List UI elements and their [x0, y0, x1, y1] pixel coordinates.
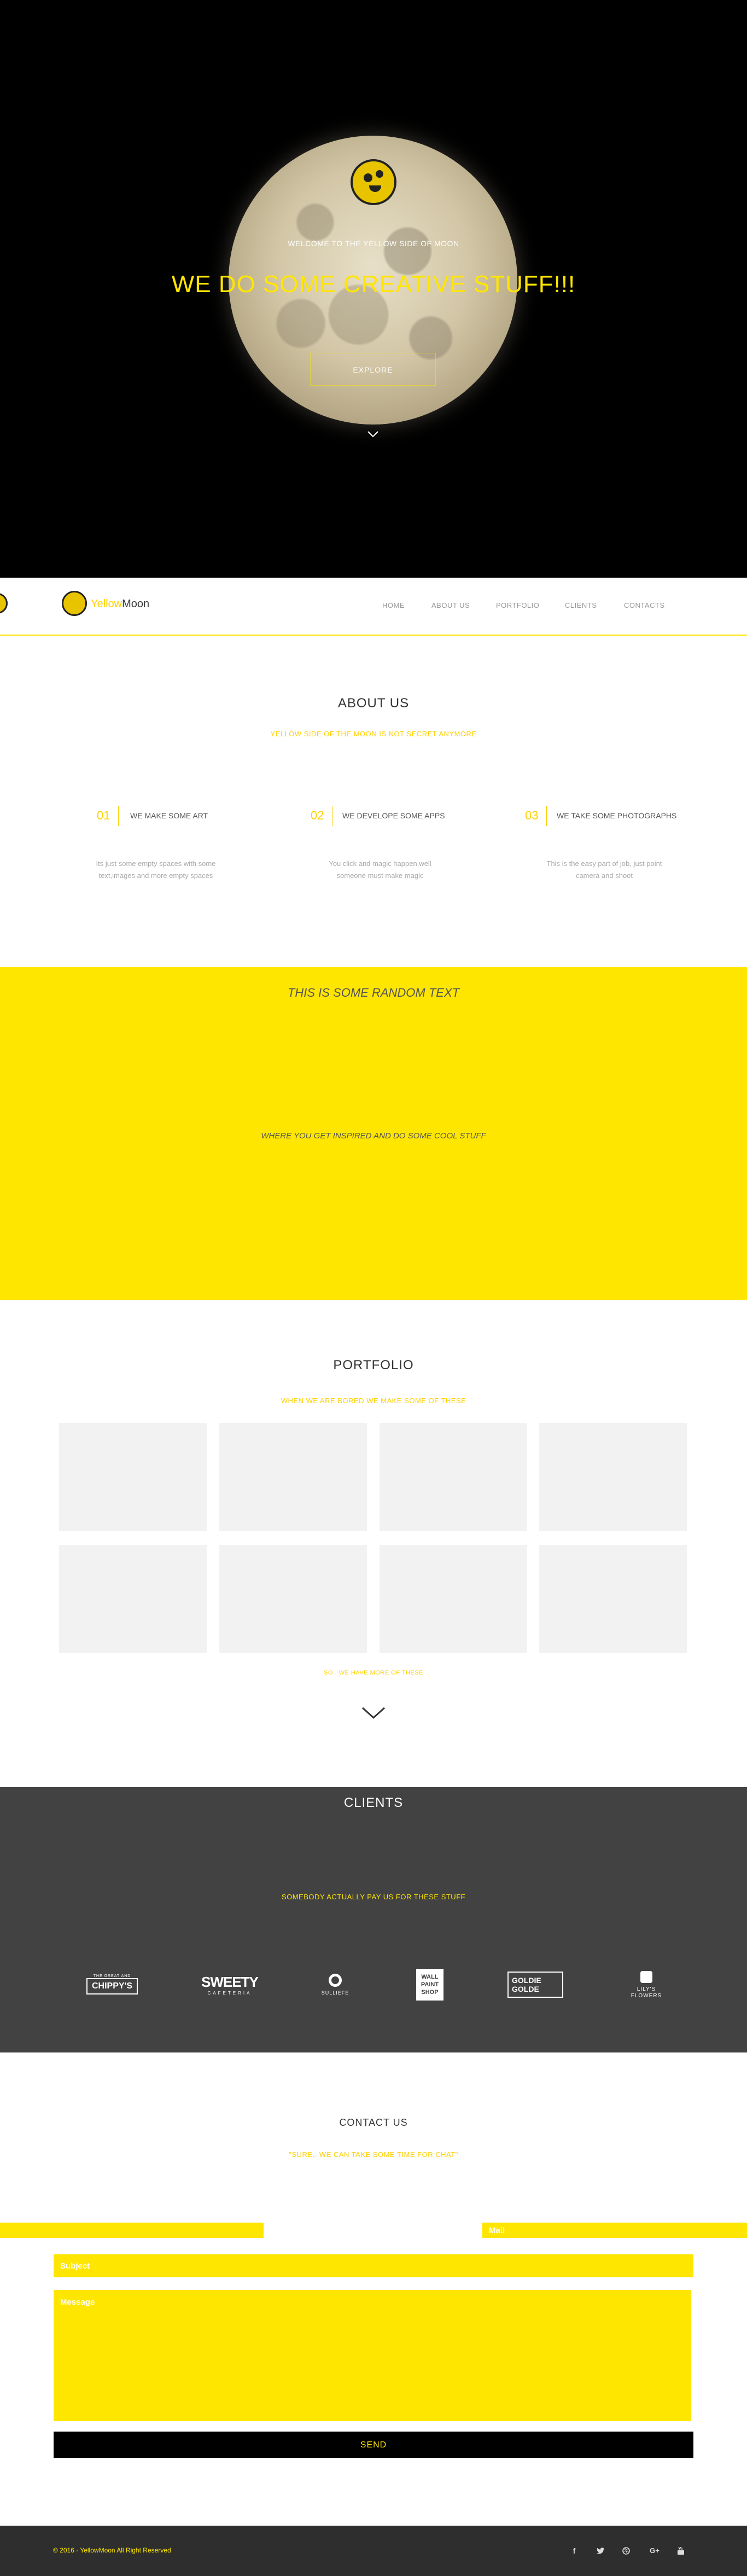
hero-section: WELCOME TO THE YELLOW SIDE OF MOON WE DO… — [0, 0, 747, 578]
message-field[interactable] — [54, 2290, 691, 2421]
client-logo-goldie-golde: GOLDIE GOLDE — [507, 1970, 563, 1999]
portfolio-tile[interactable] — [219, 1423, 367, 1531]
service-1-title: WE MAKE SOME ART — [130, 811, 208, 820]
site-footer: © 2016 - YellowMoon All Right Reserved f… — [0, 2526, 747, 2576]
google-plus-icon[interactable]: G+ — [647, 2545, 662, 2556]
message-textarea[interactable] — [54, 2290, 691, 2421]
brand-name[interactable]: YellowMoon — [91, 598, 149, 610]
logo-partial-icon — [0, 593, 8, 614]
hero-welcome-text: WELCOME TO THE YELLOW SIDE OF MOON — [288, 239, 459, 248]
name-input[interactable] — [0, 2223, 264, 2238]
service-1-divider — [118, 806, 119, 826]
subject-field[interactable] — [54, 2254, 693, 2277]
send-button[interactable]: SEND — [54, 2432, 693, 2458]
mail-field[interactable] — [482, 2223, 747, 2238]
portfolio-tile[interactable] — [539, 1423, 687, 1531]
client-logo-lilys-flowers: LILY'S FLOWERS — [625, 1966, 668, 2005]
service-1-number: 01 — [97, 809, 110, 822]
client-logo-wall-paint-shop: WALL PAINT SHOP — [415, 1968, 445, 2002]
about-subtitle: YELLOW SIDE OF THE MOON IS NOT SECRET AN… — [270, 730, 477, 738]
clients-section: CLIENTS SOMEBODY ACTUALLY PAY US FOR THE… — [0, 1787, 747, 2052]
portfolio-title: PORTFOLIO — [333, 1358, 414, 1373]
brand-logo-icon[interactable] — [62, 591, 87, 616]
band-tagline: WHERE YOU GET INSPIRED AND DO SOME COOL … — [261, 1131, 486, 1141]
chevron-down-icon[interactable] — [361, 1706, 386, 1720]
brand-name-yellow: Yellow — [91, 598, 122, 610]
portfolio-more-link[interactable]: SO.. WE HAVE MORE OF THESE — [0, 1670, 747, 1676]
facebook-icon[interactable]: f — [569, 2545, 580, 2556]
nav-link-contacts[interactable]: CONTACTS — [624, 601, 665, 609]
contact-title: CONTACT US — [339, 2117, 408, 2128]
service-2-number: 02 — [311, 809, 324, 822]
portfolio-tile[interactable] — [539, 1545, 687, 1653]
contact-subtitle: "SURE.. WE CAN TAKE SOME TIME FOR CHAT" — [289, 2150, 458, 2159]
service-1-description: Its just some empty spaces with some tex… — [96, 859, 216, 880]
copyright-text: © 2016 - YellowMoon All Right Reserved — [53, 2546, 171, 2554]
hero-headline: WE DO SOME CREATIVE STUFF!!! — [171, 271, 576, 298]
nav-link-portfolio[interactable]: PORTFOLIO — [496, 601, 539, 609]
twitter-icon[interactable] — [595, 2545, 606, 2556]
mail-input[interactable] — [482, 2223, 747, 2238]
client-logo-chippys: THE GREAT AND CHIPPY'S — [85, 1968, 139, 2001]
clients-title: CLIENTS — [343, 1795, 404, 1810]
nav-link-home[interactable]: HOME — [382, 601, 405, 609]
inspiration-band: THIS IS SOME RANDOM TEXT WHERE YOU GET I… — [0, 967, 747, 1300]
youtube-icon[interactable] — [675, 2545, 686, 2556]
about-title: ABOUT US — [337, 696, 410, 711]
portfolio-tile[interactable] — [59, 1423, 207, 1531]
service-3-divider — [546, 806, 547, 826]
name-field[interactable] — [0, 2223, 264, 2238]
service-3-number: 03 — [525, 809, 539, 822]
subject-input[interactable] — [54, 2254, 693, 2277]
brand-name-moon: Moon — [122, 598, 150, 610]
portfolio-tile[interactable] — [219, 1545, 367, 1653]
explore-button[interactable]: EXPLORE — [310, 353, 436, 386]
service-3-description: This is the easy part of job, just point… — [546, 859, 662, 880]
portfolio-tile[interactable] — [380, 1423, 527, 1531]
portfolio-tile[interactable] — [59, 1545, 207, 1653]
yellowmoon-logo-icon — [351, 159, 396, 205]
client-logo-sweety: SWEETY CAFETERIA — [201, 1974, 259, 1996]
portfolio-subtitle: WHEN WE ARE BORED WE MAKE SOME OF THESE — [281, 1397, 466, 1405]
portfolio-tile[interactable] — [380, 1545, 527, 1653]
service-2-description: You click and magic happen,well someone … — [329, 859, 431, 880]
nav-link-about-us[interactable]: ABOUT US — [431, 601, 470, 609]
clients-subtitle: SOMEBODY ACTUALLY PAY US FOR THESE STUFF — [281, 1893, 466, 1901]
service-2-title: WE DEVELOPE SOME APPS — [342, 811, 445, 820]
dribbble-icon[interactable] — [621, 2545, 632, 2556]
main-navbar: YellowMoon HOME ABOUT US PORTFOLIO CLIEN… — [0, 578, 747, 636]
nav-link-clients[interactable]: CLIENTS — [565, 601, 597, 609]
band-heading: THIS IS SOME RANDOM TEXT — [287, 986, 460, 999]
client-logo-sulliefe: SULLIEFE — [313, 1966, 357, 2004]
scroll-down-icon[interactable] — [367, 428, 379, 440]
service-3-title: WE TAKE SOME PHOTOGRAPHS — [557, 811, 677, 820]
